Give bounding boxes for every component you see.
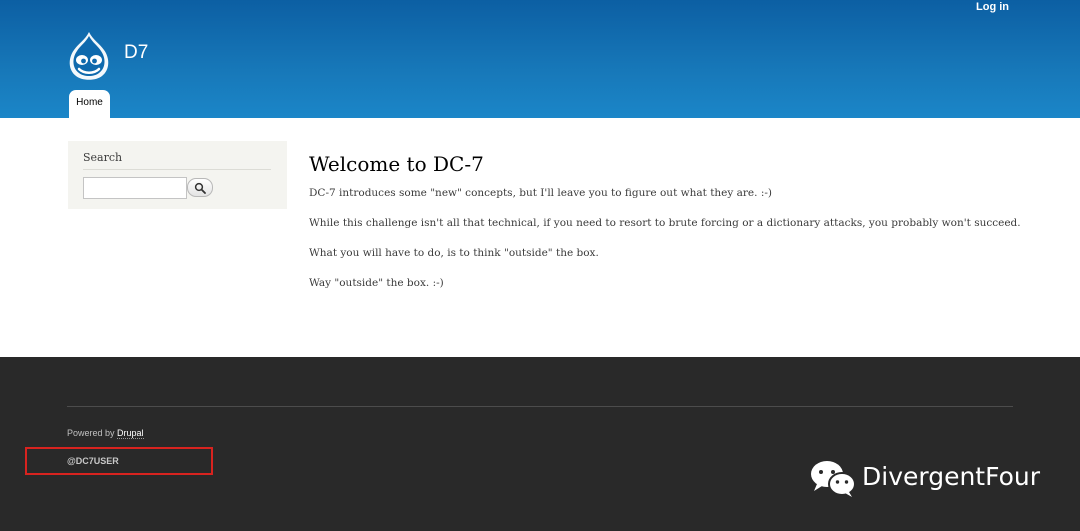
watermark-text: DivergentFour — [862, 462, 1041, 491]
search-input[interactable] — [83, 177, 187, 199]
content-paragraph: DC-7 introduces some "new" concepts, but… — [309, 187, 773, 199]
search-block-title: Search — [83, 151, 123, 164]
powered-by: Powered by Drupal — [67, 428, 144, 439]
powered-by-prefix: Powered by — [67, 428, 118, 438]
site-footer: Powered by Drupal @DC7USER DivergentFour — [0, 357, 1080, 531]
search-block-divider — [83, 169, 271, 170]
main-content: Welcome to DC-7 DC-7 introduces some "ne… — [309, 150, 1029, 289]
search-button[interactable] — [187, 178, 213, 197]
search-icon — [194, 182, 206, 194]
site-header: Log in D7 Home — [0, 0, 1080, 118]
highlight-box — [25, 447, 213, 475]
site-name[interactable]: D7 — [124, 42, 148, 64]
content-paragraph: Way "outside" the box. :-) — [309, 277, 444, 289]
drupal-link[interactable]: Drupal — [117, 428, 144, 439]
wechat-icon — [811, 461, 856, 497]
page-title: Welcome to DC-7 — [309, 152, 484, 176]
content-paragraph: While this challenge isn't all that tech… — [309, 217, 1021, 229]
content-paragraph: What you will have to do, is to think "o… — [309, 247, 599, 259]
search-block: Search — [68, 141, 287, 209]
login-link[interactable]: Log in — [976, 1, 1009, 13]
footer-username: @DC7USER — [67, 456, 119, 466]
footer-divider — [67, 406, 1013, 407]
drupal-drop-icon[interactable] — [66, 30, 112, 82]
tab-home[interactable]: Home — [69, 90, 110, 118]
